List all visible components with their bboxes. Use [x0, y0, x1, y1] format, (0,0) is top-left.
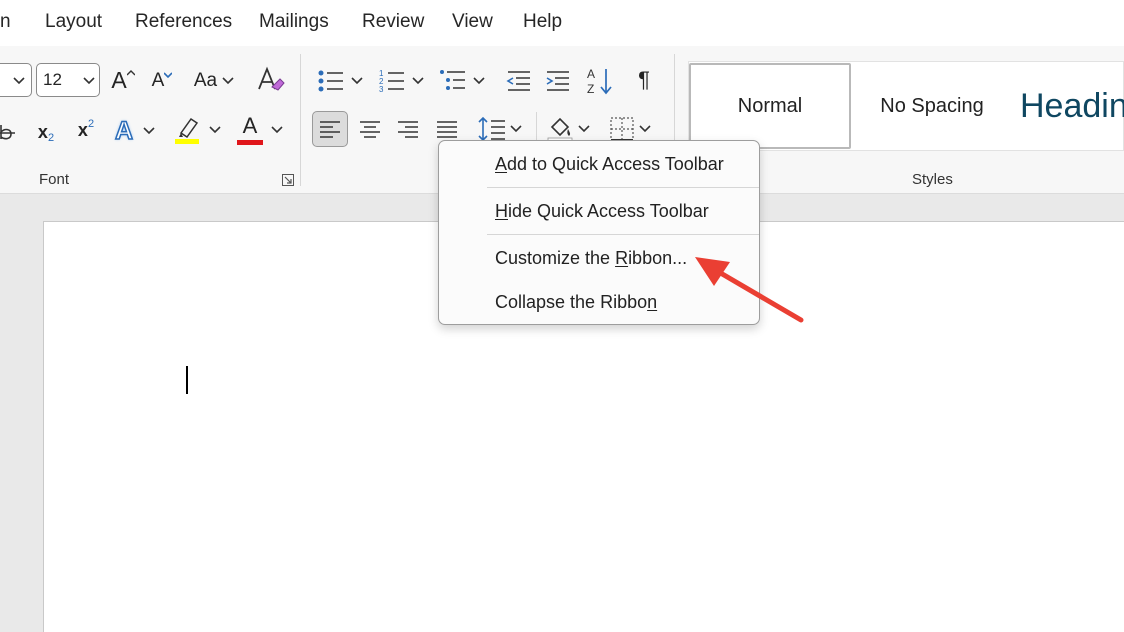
annotation-arrow-icon	[695, 257, 804, 323]
